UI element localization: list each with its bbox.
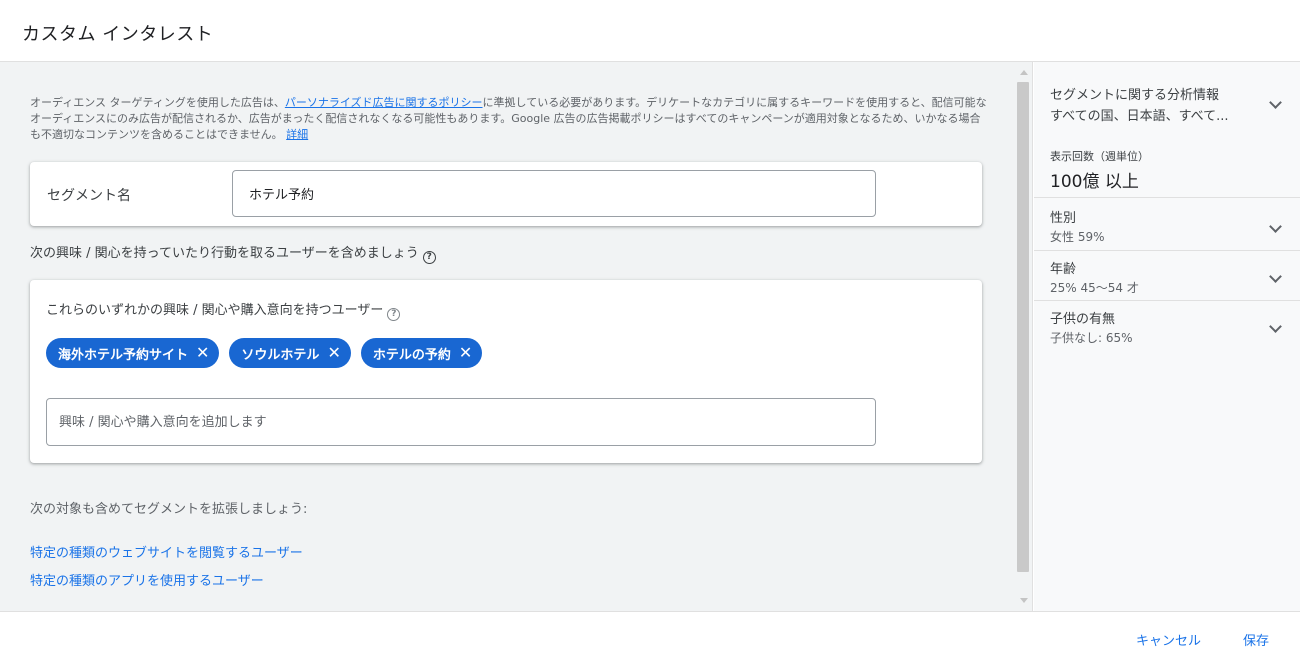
close-icon[interactable]: ✕ — [459, 345, 472, 361]
divider — [1034, 250, 1300, 251]
scroll-down-icon[interactable] — [1020, 598, 1028, 603]
app-users-link[interactable]: 特定の種類のアプリを使用するユーザー — [30, 570, 264, 589]
help-circle-icon[interactable]: ? — [387, 308, 401, 321]
close-icon[interactable]: ✕ — [196, 345, 209, 361]
close-icon[interactable]: ✕ — [327, 345, 340, 361]
segment-name-label: セグメント名 — [47, 188, 131, 204]
interest-chips: 海外ホテル予約サイト ✕ ソウルホテル ✕ ホテルの予約 ✕ — [46, 338, 483, 368]
age-section[interactable]: 年齢 25% 45～54 才 — [1050, 258, 1300, 296]
divider — [1034, 197, 1300, 198]
chip-label: 海外ホテル予約サイト — [58, 347, 189, 363]
interests-title: これらのいずれかの興味 / 関心や購入意向を持つユーザー? — [46, 299, 401, 321]
add-interest-input[interactable] — [46, 398, 876, 446]
interest-chip[interactable]: ソウルホテル ✕ — [229, 338, 351, 368]
gender-title: 性別 — [1050, 211, 1077, 226]
insights-title: セグメントに関する分析情報 — [1050, 88, 1220, 103]
save-button[interactable]: 保存 — [1243, 630, 1269, 649]
interests-card: これらのいずれかの興味 / 関心や購入意向を持つユーザー? 海外ホテル予約サイト… — [30, 280, 982, 463]
main-panel: オーディエンス ターゲティングを使用した広告は、パーソナライズド広告に関するポリ… — [0, 62, 1014, 611]
scroll-up-icon[interactable] — [1020, 70, 1028, 75]
insights-subtitle: すべての国、日本語、すべて... — [1050, 109, 1229, 124]
age-title: 年齢 — [1050, 262, 1077, 277]
chip-label: ホテルの予約 — [372, 347, 451, 363]
personalized-ads-policy-link[interactable]: パーソナライズド広告に関するポリシー — [285, 96, 483, 109]
details-link[interactable]: 詳細 — [286, 128, 308, 141]
policy-notice: オーディエンス ターゲティングを使用した広告は、パーソナライズド広告に関するポリ… — [30, 95, 990, 143]
age-value: 25% 45～54 才 — [1050, 281, 1139, 295]
gender-value: 女性 59% — [1050, 230, 1105, 244]
divider — [1034, 300, 1300, 301]
children-title: 子供の有無 — [1050, 312, 1116, 327]
dialog-header: カスタム インタレスト — [0, 0, 1300, 62]
cancel-button[interactable]: キャンセル — [1136, 630, 1201, 649]
expand-segment-label: 次の対象も含めてセグメントを拡張しましょう: — [30, 502, 308, 517]
include-label-text: 次の興味 / 関心を持っていたり行動を取るユーザーを含めましょう — [30, 246, 419, 261]
insights-sidebar: セグメントに関する分析情報 すべての国、日本語、すべて... 表示回数（週単位）… — [1034, 62, 1300, 611]
impressions-label: 表示回数（週単位） — [1050, 150, 1149, 163]
interest-chip[interactable]: 海外ホテル予約サイト ✕ — [46, 338, 220, 368]
include-label: 次の興味 / 関心を持っていたり行動を取るユーザーを含めましょう? — [30, 242, 436, 264]
children-value: 子供なし: 65% — [1050, 331, 1133, 345]
vertical-scrollbar[interactable] — [1014, 62, 1033, 611]
gender-section[interactable]: 性別 女性 59% — [1050, 207, 1300, 245]
dialog-footer: キャンセル 保存 — [0, 611, 1300, 666]
segment-name-card: セグメント名 — [30, 162, 982, 226]
segment-insights-header[interactable]: セグメントに関する分析情報 すべての国、日本語、すべて... — [1050, 84, 1290, 124]
children-section[interactable]: 子供の有無 子供なし: 65% — [1050, 308, 1300, 346]
notice-text-before: オーディエンス ターゲティングを使用した広告は、 — [30, 96, 285, 109]
website-users-link[interactable]: 特定の種類のウェブサイトを閲覧するユーザー — [30, 542, 303, 561]
chip-label: ソウルホテル — [241, 347, 320, 363]
scroll-thumb[interactable] — [1017, 82, 1029, 572]
interest-chip[interactable]: ホテルの予約 ✕ — [360, 338, 483, 368]
impressions-block: 表示回数（週単位） 100億 以上 — [1050, 148, 1300, 192]
segment-name-input[interactable] — [232, 170, 876, 217]
impressions-value: 100億 以上 — [1050, 172, 1139, 192]
dialog-title: カスタム インタレスト — [22, 24, 214, 45]
help-circle-icon[interactable]: ? — [422, 251, 436, 264]
interests-title-text: これらのいずれかの興味 / 関心や購入意向を持つユーザー — [46, 303, 384, 318]
